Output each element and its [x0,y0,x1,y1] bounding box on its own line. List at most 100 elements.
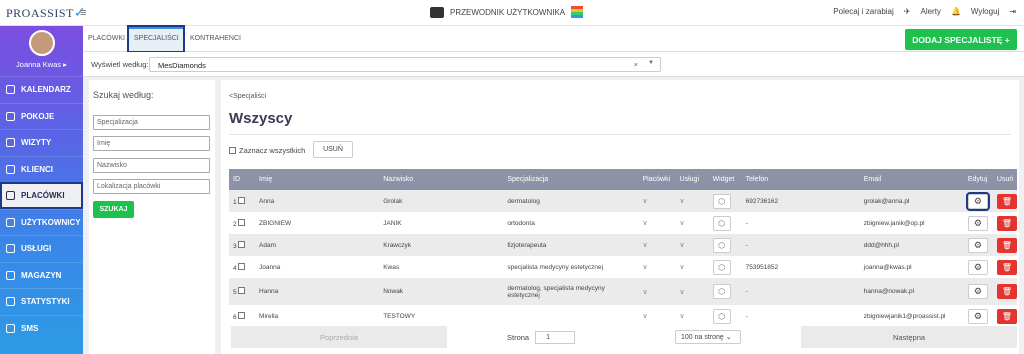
col-phone[interactable]: Telefon [742,169,860,190]
last-name-input[interactable]: Nazwisko [93,158,210,173]
services-chevron-icon[interactable]: ∨ [680,313,685,320]
row-checkbox[interactable] [238,287,246,294]
services-chevron-icon[interactable]: ∨ [680,242,685,249]
locations-chevron-icon[interactable]: ∨ [643,220,648,227]
bell-icon[interactable]: 🔔 [951,7,961,16]
cell-email: joanna@kwas.pl [863,263,912,271]
edit-gear-icon[interactable]: ⚙ [967,284,988,299]
services-chevron-icon[interactable]: ∨ [680,289,685,296]
widget-button[interactable]: ⬡ [712,284,731,299]
sidebar-item-placowki[interactable]: PLACÓWKI [0,182,83,209]
next-page-button[interactable]: Następna [801,326,1017,348]
col-first-name[interactable]: Imię [255,169,379,190]
first-name-input[interactable]: Imię [93,136,210,151]
col-services[interactable]: Usługi [676,169,709,190]
breadcrumb[interactable]: <Specjaliści [229,93,266,100]
sidebar: Joanna Kwas ▸ KALENDARZ POKOJE WIZYTY KL… [0,26,83,354]
sidebar-item-magazyn[interactable]: MAGAZYN [0,261,83,289]
widget-button[interactable]: ⬡ [712,193,731,209]
tab-specjalisci[interactable]: SPECJALIŚCI [127,25,185,53]
location-input[interactable]: Lokalizacja placówki [93,179,210,194]
cell-specialization: dermatolog [507,197,540,205]
row-id: 1 [233,198,237,206]
user-guide-link[interactable]: PRZEWODNIK UŻYTKOWNIKA [430,6,584,18]
edit-gear-icon[interactable]: ⚙ [967,237,988,253]
sidebar-item-statystyki[interactable]: STATYSTYKI [0,288,83,315]
users-icon [6,217,15,227]
clear-icon[interactable]: × [634,60,638,69]
add-specialist-button[interactable]: DODAJ SPECJALISTĘ + [905,29,1017,50]
widget-button[interactable]: ⬡ [712,308,731,324]
row-checkbox[interactable] [238,262,246,270]
cell-first-name: Joanna [259,263,281,271]
alerts-link[interactable]: Alerty [920,7,940,16]
table-row: 1 Anna Grolak dermatolog ∨ ∨ ⬡ 692736162… [229,190,1017,212]
search-button[interactable]: SZUKAJ [93,201,134,218]
delete-trash-icon[interactable]: 🗑 [996,259,1017,275]
delete-selected-button[interactable]: USUŃ [313,141,353,158]
col-specialization[interactable]: Specjalizacja [503,169,638,190]
delete-trash-icon[interactable]: 🗑 [996,237,1017,253]
locations-chevron-icon[interactable]: ∨ [643,313,648,320]
services-chevron-icon[interactable]: ∨ [680,198,685,205]
col-email[interactable]: Email [860,169,964,190]
megaphone-icon[interactable]: ✈ [904,7,911,16]
select-all-checkbox[interactable] [229,147,236,154]
locations-chevron-icon[interactable]: ∨ [643,264,648,271]
col-widget[interactable]: Widget [709,169,742,190]
locations-chevron-icon[interactable]: ∨ [643,198,648,205]
edit-gear-icon[interactable]: ⚙ [967,308,988,324]
delete-trash-icon[interactable]: 🗑 [996,308,1017,324]
user-profile[interactable]: Joanna Kwas ▸ [0,26,83,76]
sidebar-item-pokoje[interactable]: POKOJE [0,102,83,130]
sidebar-item-uzytkownicy[interactable]: UŻYTKOWNICY [0,208,83,236]
previous-page-button[interactable]: Poprzednia [231,326,447,348]
page-number-input[interactable]: 1 [535,331,576,344]
menu-toggle-icon[interactable]: ≡ [80,7,86,19]
select-all[interactable]: Zaznacz wszystkich [229,146,305,155]
widget-button[interactable]: ⬡ [712,259,731,275]
delete-trash-icon[interactable]: 🗑 [996,284,1017,299]
specialization-input[interactable]: Specjalizacja [93,115,210,130]
delete-trash-icon[interactable]: 🗑 [996,193,1017,209]
tab-placowki[interactable]: PLACÓWKI [88,26,125,52]
edit-gear-icon[interactable]: ⚙ [967,215,988,231]
row-checkbox[interactable] [238,218,246,226]
user-name[interactable]: Joanna Kwas ▸ [0,60,83,69]
sidebar-item-uslugi[interactable]: USŁUGI [0,235,83,262]
avatar[interactable] [28,30,55,56]
widget-button[interactable]: ⬡ [712,237,731,253]
recommend-link[interactable]: Polecaj i zarabiaj [833,7,893,16]
logout-link[interactable]: Wyloguj [971,7,999,16]
edit-gear-icon[interactable]: ⚙ [965,191,990,211]
location-select[interactable]: MesDiamonds × ▼ [149,57,661,72]
services-chevron-icon[interactable]: ∨ [680,264,685,271]
chevron-down-icon[interactable]: ▼ [648,60,654,66]
tab-kontrahenci[interactable]: KONTRAHENCI [190,26,241,52]
logout-icon[interactable]: ⇥ [1009,7,1016,16]
list-icon [6,138,15,148]
edit-gear-icon[interactable]: ⚙ [967,259,988,275]
services-chevron-icon[interactable]: ∨ [680,220,685,227]
col-last-name[interactable]: Nazwisko [379,169,503,190]
col-locations[interactable]: Placówki [639,169,676,190]
locations-chevron-icon[interactable]: ∨ [643,289,648,296]
sidebar-item-kalendarz[interactable]: KALENDARZ [0,76,83,103]
locations-chevron-icon[interactable]: ∨ [643,242,648,249]
top-bar: PROASSIST✓ ≡ PRZEWODNIK UŻYTKOWNIKA Pole… [0,0,1024,26]
page-title: Wszyscy [229,110,293,127]
search-panel: Szukaj według: Specjalizacja Imię Nazwis… [89,80,215,354]
cell-phone: - [745,219,748,227]
sidebar-item-klienci[interactable]: KLIENCI [0,155,83,183]
per-page-select[interactable]: 100 na stronę ⌄ [675,330,741,344]
delete-trash-icon[interactable]: 🗑 [996,215,1017,231]
row-checkbox[interactable] [238,240,246,248]
sidebar-item-sms[interactable]: SMS [0,314,83,342]
row-checkbox[interactable] [238,196,246,204]
sidebar-item-wizyty[interactable]: WIZYTY [0,129,83,156]
row-checkbox[interactable] [238,311,246,319]
app-logo[interactable]: PROASSIST✓ [6,5,86,22]
cell-last-name: Nowak [383,288,404,295]
widget-button[interactable]: ⬡ [712,215,731,231]
col-id[interactable]: ID [229,169,255,190]
